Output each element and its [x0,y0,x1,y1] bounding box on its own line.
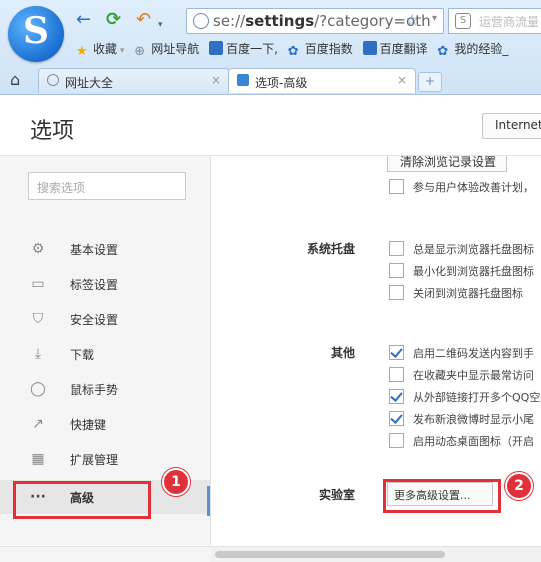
download-icon: ⤓ [34,346,42,362]
highlight-more-settings [383,479,501,513]
new-tab-button[interactable]: + [418,72,442,92]
checkbox-checked[interactable] [389,345,404,360]
clear-history-settings-button[interactable]: 清除浏览记录设置 [387,156,507,172]
checkbox[interactable] [389,285,404,300]
checkbox-checked[interactable] [389,389,404,404]
tab-label: 选项-高级 [255,76,308,90]
mouse-icon: ◯ [30,381,46,397]
checkbox[interactable] [389,241,404,256]
extension-icon: ▦ [31,451,45,467]
checkbox[interactable] [389,179,404,194]
sidebar-item-basic[interactable]: ⚙ 基本设置 [0,232,210,266]
globe-icon [47,74,59,86]
section-label-other: 其他 [330,346,355,360]
tab-url-directory[interactable]: 网址大全 × [38,68,230,93]
highlight-advanced-nav [13,481,151,519]
shield-icon: ⛉ [32,311,44,327]
sidebar-active-indicator [207,486,210,516]
bookmark-item[interactable]: ⊕ 网址导航 [134,40,199,59]
section-label-lab: 实验室 [318,488,355,502]
paw-icon [209,41,224,55]
step-badge-1: 1 [162,468,190,496]
secure-shield-icon [193,13,209,29]
close-icon[interactable]: × [211,73,221,87]
back-arrow-icon[interactable]: ← [76,10,91,30]
paw-icon: ✿ [287,44,299,59]
settings-search-input[interactable]: 搜索选项 [28,172,186,200]
paw-icon: ✿ [437,44,449,59]
sidebar-item-mouse-gestures[interactable]: ◯ 鼠标手势 [0,372,210,406]
tab-strip: ⌂ 网址大全 × 选项-高级 × + [0,66,541,94]
close-icon[interactable]: × [397,73,407,87]
checkbox[interactable] [389,263,404,278]
address-text[interactable]: se://settings/?category=oth [213,12,431,30]
sidebar-item-shortcuts[interactable]: ↗ 快捷键 [0,407,210,441]
star-icon: ★ [76,44,88,59]
tab-icon: ▭ [31,276,45,292]
checkbox-checked[interactable] [389,411,404,426]
search-placeholder: 搜索选项 [37,181,86,195]
horizontal-scrollbar[interactable] [211,546,541,562]
bookmarks-bar: ★ 收藏 ▾ ⊕ 网址导航 百度一下, ✿ 百度指数 百度翻译 ✿ 我的经验_ [76,40,514,62]
scrollbar-thumb[interactable] [215,551,445,558]
settings-gear-icon [237,74,249,86]
sidebar-item-security[interactable]: ⛉ 安全设置 [0,302,210,336]
globe-icon: ⊕ [134,44,146,59]
logo-letter: S [23,10,49,52]
undo-dropdown-icon[interactable]: ▾ [158,15,163,35]
favorite-star-icon[interactable]: ☆ [406,11,419,29]
sidebar-item-tabs[interactable]: ▭ 标签设置 [0,267,210,301]
checkbox[interactable] [389,433,404,448]
tab-options-advanced[interactable]: 选项-高级 × [228,68,416,93]
browser-logo[interactable]: S [8,6,64,62]
settings-header: 选项 Internet [0,95,541,156]
section-label-tray: 系统托盘 [306,242,355,256]
refresh-icon[interactable]: ⟳ [106,10,121,30]
bookmark-item[interactable]: ✿ 我的经验_ [437,40,508,59]
bookmark-item[interactable]: ✿ 百度指数 [287,40,353,59]
step-badge-2: 2 [505,472,533,500]
translate-icon [362,41,377,55]
bookmark-item[interactable]: ★ 收藏 ▾ [76,40,124,59]
sidebar-footer [0,546,211,562]
shortcut-icon: ↗ [32,416,44,432]
home-icon[interactable]: ⌂ [10,70,20,89]
address-dropdown-icon[interactable]: ▾ [432,13,437,24]
undo-icon[interactable]: ↶ [136,10,151,30]
sidebar-item-download[interactable]: ⤓ 下载 [0,337,210,371]
browser-toolbar: S ← ⟳ ↶ ▾ se://settings/?category=oth ☆ … [0,0,541,95]
search-box[interactable]: S 运营商流量 [448,8,541,34]
search-placeholder: 运营商流量 [479,15,540,29]
gear-icon: ⚙ [31,241,45,257]
page-title: 选项 [30,119,75,144]
tab-label: 网址大全 [65,76,114,90]
internet-options-button[interactable]: Internet [482,113,541,139]
bookmark-item[interactable]: 百度一下, [209,40,278,57]
bookmark-item[interactable]: 百度翻译 [362,40,428,57]
checkbox[interactable] [389,367,404,382]
search-engine-icon[interactable]: S [455,13,471,29]
address-bar[interactable]: se://settings/?category=oth ☆ ▾ [186,8,444,34]
